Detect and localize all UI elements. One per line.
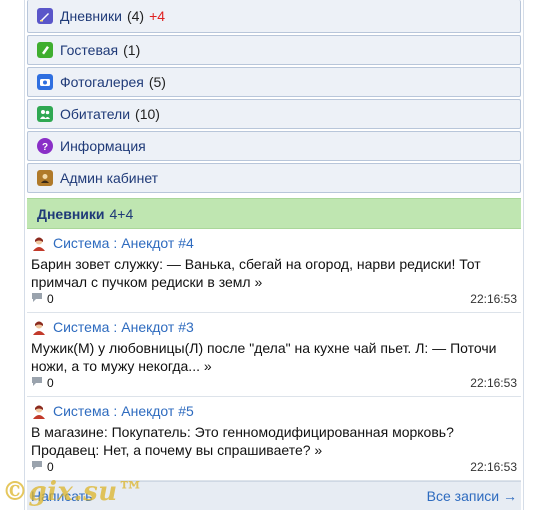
post-time: 22:16:53 <box>470 292 517 306</box>
comment-count[interactable]: 0 <box>47 292 54 306</box>
menu-item-count: (1) <box>123 42 141 58</box>
all-entries-link[interactable]: Все записи → <box>427 488 517 504</box>
admin-icon <box>37 170 53 186</box>
menu-item-label: Админ кабинет <box>60 170 159 186</box>
guestbook-icon <box>37 42 53 58</box>
post-author[interactable]: Система <box>53 319 109 335</box>
menu-item-label: Информация <box>60 138 146 154</box>
menu-item-count: (10) <box>135 106 160 122</box>
post-text: Мужик(М) у любовницы(Л) после "дела" на … <box>31 340 497 374</box>
list-item: Система : Анекдот #5 В магазине: Покупат… <box>27 397 521 481</box>
question-icon: ? <box>37 138 53 154</box>
user-avatar-icon <box>31 319 47 335</box>
menu-item-residents[interactable]: Обитатели (10) <box>27 99 521 129</box>
diaries-footer: Написать Все записи → <box>27 481 521 510</box>
menu-item-count: (4) <box>126 8 145 24</box>
menu-item-label: Гостевая <box>60 42 119 58</box>
section-count: 4+4 <box>109 205 134 222</box>
list-item: Система : Анекдот #3 Мужик(М) у любовниц… <box>27 313 521 397</box>
comment-count[interactable]: 0 <box>47 376 54 390</box>
post-time: 22:16:53 <box>470 460 517 474</box>
comment-icon <box>31 460 43 474</box>
diaries-section-header: Дневники 4+4 <box>27 198 521 229</box>
posts-list: Система : Анекдот #4 Барин зовет служку:… <box>27 229 521 481</box>
comment-icon <box>31 292 43 306</box>
post-author[interactable]: Система <box>53 235 109 251</box>
menu-item-guestbook[interactable]: Гостевая (1) <box>27 35 521 65</box>
menu-item-diaries[interactable]: Дневники (4) +4 <box>27 0 521 33</box>
menu-item-photogallery[interactable]: Фотогалерея (5) <box>27 67 521 97</box>
post-text: Барин зовет служку: — Ванька, сбегай на … <box>31 256 481 290</box>
menu-item-label: Фотогалерея <box>60 74 144 90</box>
comment-count[interactable]: 0 <box>47 460 54 474</box>
post-time: 22:16:53 <box>470 376 517 390</box>
write-link[interactable]: Написать <box>31 488 92 504</box>
post-text: В магазине: Покупатель: Это генномодифиц… <box>31 424 454 458</box>
comment-icon <box>31 376 43 390</box>
post-title-link[interactable]: Анекдот #3 <box>121 319 194 335</box>
separator: : <box>113 319 118 335</box>
separator: : <box>113 235 118 251</box>
menu-item-count: (5) <box>148 74 166 90</box>
menu-item-information[interactable]: ? Информация <box>27 131 521 161</box>
section-title: Дневники <box>37 205 105 222</box>
user-avatar-icon <box>31 235 47 251</box>
camera-icon <box>37 74 53 90</box>
menu-item-label: Обитатели <box>60 106 131 122</box>
users-icon <box>37 106 53 122</box>
main-menu: Дневники (4) +4 Гостевая (1) Фотогалерея… <box>27 0 521 195</box>
menu-item-admin[interactable]: Админ кабинет <box>27 163 521 193</box>
user-avatar-icon <box>31 403 47 419</box>
menu-item-label: Дневники <box>60 8 122 24</box>
diary-icon <box>37 8 53 24</box>
svg-text:?: ? <box>42 142 48 152</box>
separator: : <box>113 403 118 419</box>
new-count-badge: +4 <box>149 8 166 24</box>
post-title-link[interactable]: Анекдот #4 <box>121 235 194 251</box>
list-item: Система : Анекдот #4 Барин зовет служку:… <box>27 229 521 313</box>
post-author[interactable]: Система <box>53 403 109 419</box>
post-title-link[interactable]: Анекдот #5 <box>121 403 194 419</box>
